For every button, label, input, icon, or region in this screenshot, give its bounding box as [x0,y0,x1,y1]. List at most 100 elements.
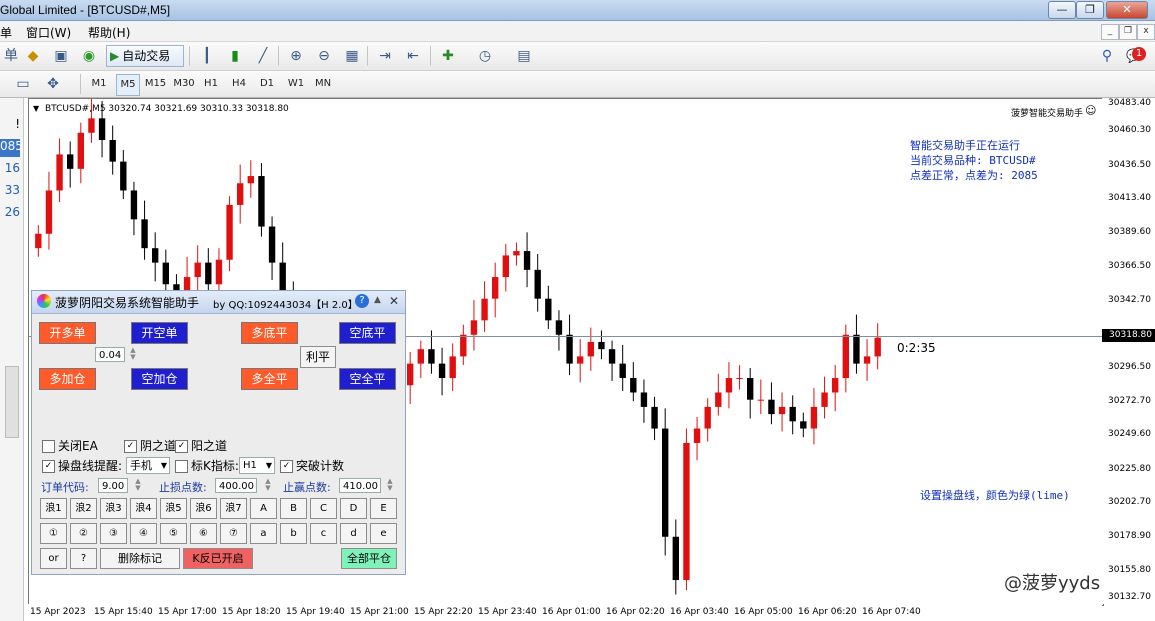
alert-mode-select[interactable]: 手机 ▼ [126,457,170,474]
timeframe-h1-button[interactable]: H1 [200,74,222,94]
wave-label-button-10[interactable]: C [310,498,337,519]
timeframe-m1-button[interactable]: M1 [88,74,110,94]
count-label-button-9[interactable]: b [280,523,307,544]
menu-help[interactable]: 帮助(H) [88,24,130,41]
question-button[interactable]: ? [70,548,97,569]
restore-button[interactable]: ❐ [1076,1,1104,19]
timeframe-mn-button[interactable]: MN [312,74,334,94]
timeframe-m15-button[interactable]: M15 [143,74,168,94]
count-label-button-3[interactable]: ③ [100,523,127,544]
terminal-icon[interactable]: ▣ [52,47,70,65]
mdi-minimize-button[interactable]: _ [1101,24,1119,40]
bar-chart-icon[interactable]: ┃ [198,47,216,65]
wave-label-button-12[interactable]: E [370,498,397,519]
help-icon[interactable]: ? [355,294,369,308]
k-period-select[interactable]: H1 ▼ [239,457,275,474]
add-long-button[interactable]: 多加仓 [39,368,96,390]
wave-label-button-4[interactable]: 浪4 [130,498,157,519]
zoom-in-icon[interactable]: ⊕ [287,47,305,65]
candle-chart-icon[interactable]: ▮ [226,47,244,65]
close-ea-checkbox[interactable] [42,440,55,453]
templates-icon[interactable]: ▤ [515,47,533,65]
count-label-button-6[interactable]: ⑥ [190,523,217,544]
timeframe-w1-button[interactable]: W1 [285,74,307,94]
scrollbar[interactable] [5,366,19,438]
tag-icon[interactable]: ◆ [24,47,42,65]
menu-item-partial[interactable]: 单 [0,24,12,41]
open-short-button[interactable]: 开空单 [131,322,188,344]
line-alert-checkbox[interactable]: ✓ [42,460,55,473]
periods-icon[interactable]: ◷ [476,47,494,65]
line-chart-icon[interactable]: ╱ [254,47,272,65]
indicators-icon[interactable]: ✚ [439,47,457,65]
count-label-button-2[interactable]: ② [70,523,97,544]
close-all-short-button[interactable]: 空全平 [339,368,396,390]
chart-shift-icon[interactable]: ⇤ [404,47,422,65]
left-panel-value[interactable]: 16 [0,161,20,179]
order-code-spinner-icon[interactable]: ▲ ▼ [134,478,142,493]
single-icon[interactable]: 单 [2,47,20,65]
close-short-bottom-button[interactable]: 空底平 [339,322,396,344]
yang-checkbox[interactable]: ✓ [175,440,188,453]
timeframe-m5-button[interactable]: M5 [116,74,140,96]
delete-marks-button[interactable]: 删除标记 [100,548,180,569]
timeframe-d1-button[interactable]: D1 [256,74,278,94]
count-label-button-1[interactable]: ① [40,523,67,544]
order-code-input[interactable]: 9.00 [98,478,128,493]
stop-loss-spinner-icon[interactable]: ▲ ▼ [264,478,272,493]
yin-checkbox[interactable]: ✓ [124,440,137,453]
signal-icon[interactable]: ◉ [80,47,98,65]
menu-window[interactable]: 窗口(W) [26,24,71,41]
mdi-close-button[interactable]: x [1137,24,1155,40]
notification-icon[interactable]: 💬 1 [1126,47,1146,65]
count-label-button-8[interactable]: a [250,523,277,544]
tile-windows-icon[interactable]: ▦ [343,47,361,65]
take-profit-input[interactable]: 410.00 [339,478,381,493]
collapse-icon[interactable]: ▲ [374,295,381,305]
add-short-button[interactable]: 空加仓 [131,368,188,390]
wave-label-button-1[interactable]: 浪1 [40,498,67,519]
take-profit-spinner-icon[interactable]: ▲ ▼ [386,478,394,493]
or-button[interactable]: or [40,548,67,569]
wave-label-button-11[interactable]: D [340,498,367,519]
mdi-restore-button[interactable]: ❐ [1119,24,1137,40]
autoscroll-icon[interactable]: ⇥ [376,47,394,65]
wave-label-button-7[interactable]: 浪7 [220,498,247,519]
k-reverse-button[interactable]: K反已开启 [183,548,253,569]
count-label-button-5[interactable]: ⑤ [160,523,187,544]
count-label-button-4[interactable]: ④ [130,523,157,544]
wave-label-button-8[interactable]: A [250,498,277,519]
wave-label-button-6[interactable]: 浪6 [190,498,217,519]
keyboard-icon[interactable]: ▭ [14,75,32,93]
stop-loss-input[interactable]: 400.00 [215,478,257,493]
lot-size-input[interactable]: 0.04 [95,347,125,362]
objects-icon[interactable]: ✥ [44,75,62,93]
close-button[interactable]: ✕ [1106,1,1148,19]
close-long-bottom-button[interactable]: 多底平 [241,322,298,344]
left-panel-value[interactable]: 33 [0,183,20,201]
breakout-checkbox[interactable]: ✓ [280,460,293,473]
left-panel-value[interactable]: 085 [0,139,23,157]
wave-label-button-2[interactable]: 浪2 [70,498,97,519]
profit-close-button[interactable]: 利平 [300,346,336,368]
close-all-long-button[interactable]: 多全平 [241,368,298,390]
count-label-button-12[interactable]: e [370,523,397,544]
count-label-button-11[interactable]: d [340,523,367,544]
autotrade-button[interactable]: ▶ 自动交易 [106,45,184,67]
close-all-button[interactable]: 全部平仓 [341,548,397,569]
timeframe-m30-button[interactable]: M30 [172,74,196,94]
wave-label-button-3[interactable]: 浪3 [100,498,127,519]
open-long-button[interactable]: 开多单 [39,322,96,344]
left-panel-value[interactable]: 26 [0,205,20,223]
ea-panel-header[interactable]: 菠萝阴阳交易系统智能助手 by QQ:1092443034【H 2.0】 ? ▲… [32,291,405,314]
k-indicator-checkbox[interactable] [175,460,188,473]
search-icon[interactable]: ⚲ [1098,47,1116,65]
minimize-button[interactable]: — [1048,1,1076,19]
zoom-out-icon[interactable]: ⊖ [315,47,333,65]
lot-spinner-icon[interactable]: ▲ ▼ [129,347,137,362]
timeframe-h4-button[interactable]: H4 [228,74,250,94]
count-label-button-7[interactable]: ⑦ [220,523,247,544]
count-label-button-10[interactable]: c [310,523,337,544]
wave-label-button-5[interactable]: 浪5 [160,498,187,519]
close-panel-icon[interactable]: ✕ [389,294,399,308]
